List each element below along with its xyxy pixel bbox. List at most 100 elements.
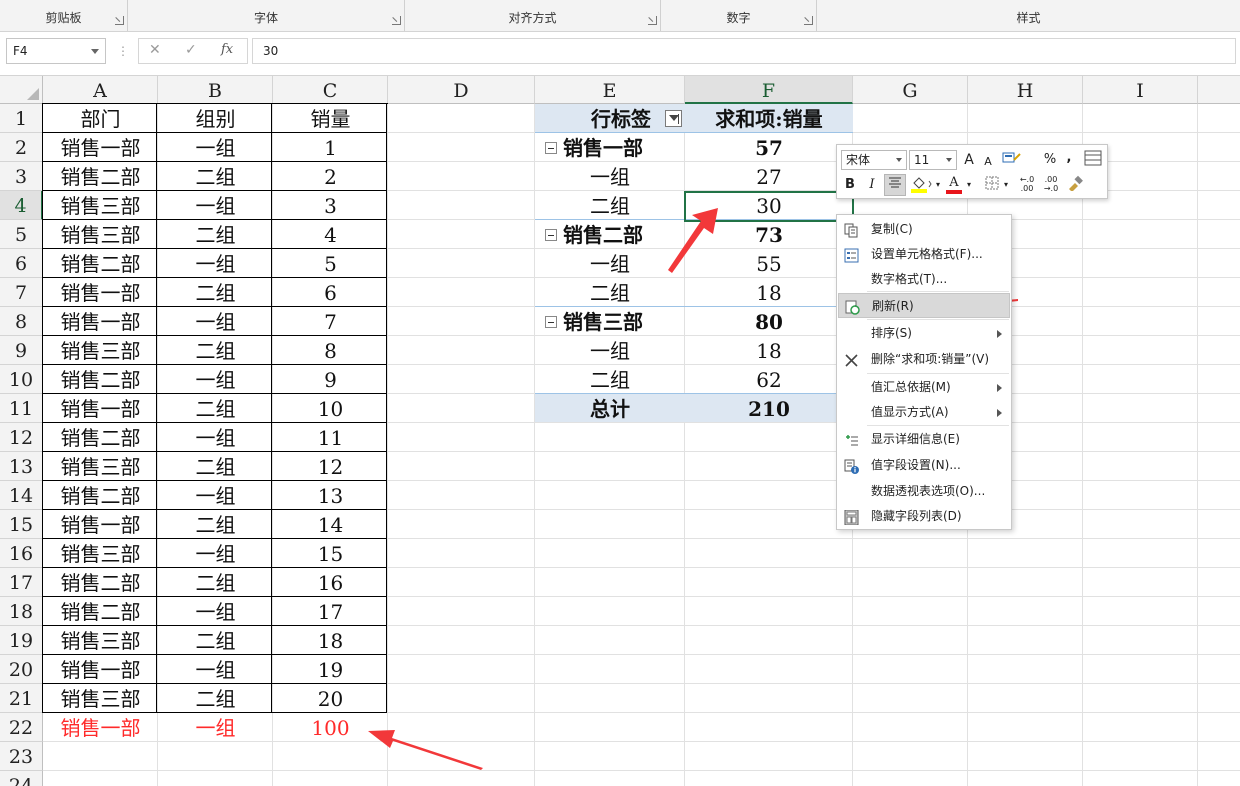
column-header-g[interactable]: G xyxy=(853,76,968,104)
font-size-box[interactable]: 11 xyxy=(909,150,957,170)
filter-dropdown-icon[interactable] xyxy=(665,110,682,127)
table-cell[interactable]: 一组 xyxy=(158,191,273,220)
row-header-6[interactable]: 6 xyxy=(0,249,43,278)
dialog-launcher-icon[interactable] xyxy=(648,16,657,25)
pivot-item-value[interactable]: 27 xyxy=(685,162,853,191)
table-cell[interactable]: 8 xyxy=(273,336,388,365)
table-cell[interactable]: 7 xyxy=(273,307,388,336)
menu-item-4[interactable]: 排序(S) xyxy=(838,321,1010,346)
decrease-decimal-icon[interactable]: .00 →.0 xyxy=(1041,175,1061,195)
format-painter-icon[interactable] xyxy=(1065,175,1085,195)
row-header-12[interactable]: 12 xyxy=(0,423,43,452)
pivot-grand-total-value[interactable]: 210 xyxy=(685,394,853,423)
menu-item-1[interactable]: 设置单元格格式(F)... xyxy=(838,242,1010,267)
pivot-value-header[interactable]: 求和项:销量 xyxy=(685,104,853,133)
pivot-item-value[interactable]: 55 xyxy=(685,249,853,278)
pivot-item-value[interactable]: 18 xyxy=(685,278,853,307)
collapse-group-icon[interactable] xyxy=(545,142,557,154)
column-header-j[interactable] xyxy=(1198,76,1240,104)
table-cell[interactable]: 销售二部 xyxy=(43,365,158,394)
row-header-24[interactable]: 24 xyxy=(0,771,43,786)
formula-input[interactable]: 30 xyxy=(252,38,1236,64)
row-header-15[interactable]: 15 xyxy=(0,510,43,539)
table-cell[interactable]: 销售三部 xyxy=(43,684,158,713)
formula-bar-grip-icon[interactable]: ⋮ xyxy=(117,44,129,58)
comma-style-icon[interactable]: , xyxy=(1063,148,1075,168)
percent-style-icon[interactable]: % xyxy=(1041,150,1059,170)
table-cell[interactable]: 17 xyxy=(273,597,388,626)
pivot-item-label[interactable]: 一组 xyxy=(535,336,685,365)
table-cell[interactable]: 二组 xyxy=(158,510,273,539)
borders-icon[interactable] xyxy=(983,175,1001,195)
chevron-down-icon[interactable]: ▾ xyxy=(1003,175,1009,195)
cell-style-icon[interactable] xyxy=(1001,150,1023,170)
row-header-2[interactable]: 2 xyxy=(0,133,43,162)
table-cell[interactable]: 6 xyxy=(273,278,388,307)
row-header-13[interactable]: 13 xyxy=(0,452,43,481)
pivot-item-label[interactable]: 二组 xyxy=(535,365,685,394)
column-header-a[interactable]: A xyxy=(43,76,158,104)
table-cell[interactable]: 一组 xyxy=(158,655,273,684)
collapse-group-icon[interactable] xyxy=(545,229,557,241)
table-cell[interactable]: 销售三部 xyxy=(43,452,158,481)
bold-button[interactable]: B xyxy=(841,175,859,195)
table-cell[interactable]: 销售三部 xyxy=(43,191,158,220)
table-cell[interactable]: 二组 xyxy=(158,336,273,365)
row-header-10[interactable]: 10 xyxy=(0,365,43,394)
table-header-cell[interactable]: 销量 xyxy=(273,104,388,133)
font-name-box[interactable]: 宋体 xyxy=(841,150,907,170)
table-cell[interactable]: 二组 xyxy=(158,394,273,423)
name-box[interactable]: F4 xyxy=(6,38,106,64)
table-cell[interactable]: 销售二部 xyxy=(43,481,158,510)
pivot-item-value[interactable]: 62 xyxy=(685,365,853,394)
table-cell[interactable]: 二组 xyxy=(158,220,273,249)
table-cell[interactable]: 一组 xyxy=(158,365,273,394)
collapse-group-icon[interactable] xyxy=(545,316,557,328)
table-cell[interactable]: 销售一部 xyxy=(43,655,158,684)
row-header-7[interactable]: 7 xyxy=(0,278,43,307)
table-cell[interactable]: 销售一部 xyxy=(43,394,158,423)
row-header-14[interactable]: 14 xyxy=(0,481,43,510)
chevron-down-icon[interactable] xyxy=(946,158,952,162)
chevron-down-icon[interactable] xyxy=(91,49,99,54)
table-cell[interactable]: 19 xyxy=(273,655,388,684)
row-header-21[interactable]: 21 xyxy=(0,684,43,713)
table-cell[interactable]: 销售二部 xyxy=(43,423,158,452)
menu-item-7[interactable]: 值显示方式(A) xyxy=(838,400,1010,425)
column-header-h[interactable]: H xyxy=(968,76,1083,104)
menu-item-2[interactable]: 数字格式(T)... xyxy=(838,267,1010,292)
table-cell[interactable]: 一组 xyxy=(158,307,273,336)
row-header-9[interactable]: 9 xyxy=(0,336,43,365)
chevron-down-icon[interactable]: ▾ xyxy=(935,175,941,195)
row-header-20[interactable]: 20 xyxy=(0,655,43,684)
table-cell[interactable]: 二组 xyxy=(158,278,273,307)
pivot-group-label[interactable]: 销售一部 xyxy=(563,133,685,162)
font-color-icon[interactable]: A xyxy=(945,173,963,194)
chevron-down-icon[interactable] xyxy=(896,158,902,162)
table-cell[interactable]: 一组 xyxy=(158,249,273,278)
table-cell[interactable]: 销售二部 xyxy=(43,568,158,597)
table-cell[interactable]: 销售二部 xyxy=(43,162,158,191)
pivot-item-label[interactable]: 二组 xyxy=(535,191,685,220)
new-row-cell[interactable]: 一组 xyxy=(158,713,273,742)
center-align-icon[interactable] xyxy=(884,174,906,196)
table-cell[interactable]: 2 xyxy=(273,162,388,191)
new-row-cell[interactable]: 100 xyxy=(273,713,388,742)
table-header-cell[interactable]: 组别 xyxy=(158,104,273,133)
table-cell[interactable]: 一组 xyxy=(158,597,273,626)
enter-icon[interactable]: ✓ xyxy=(185,42,197,58)
column-header-b[interactable]: B xyxy=(158,76,273,104)
table-cell[interactable]: 二组 xyxy=(158,452,273,481)
row-header-8[interactable]: 8 xyxy=(0,307,43,336)
row-header-22[interactable]: 22 xyxy=(0,713,43,742)
row-header-4[interactable]: 4 xyxy=(0,191,43,220)
pivot-group-total[interactable]: 57 xyxy=(685,133,853,162)
insert-function-icon[interactable]: fx xyxy=(221,42,233,57)
new-row-cell[interactable]: 销售一部 xyxy=(43,713,158,742)
menu-item-0[interactable]: 复制(C) xyxy=(838,217,1010,242)
menu-item-10[interactable]: 数据透视表选项(O)... xyxy=(838,479,1010,504)
menu-item-11[interactable]: 隐藏字段列表(D) xyxy=(838,504,1010,529)
row-header-23[interactable]: 23 xyxy=(0,742,43,771)
menu-item-5[interactable]: 删除“求和项:销量”(V) xyxy=(838,347,1010,372)
shrink-font-icon[interactable]: A xyxy=(981,152,995,172)
